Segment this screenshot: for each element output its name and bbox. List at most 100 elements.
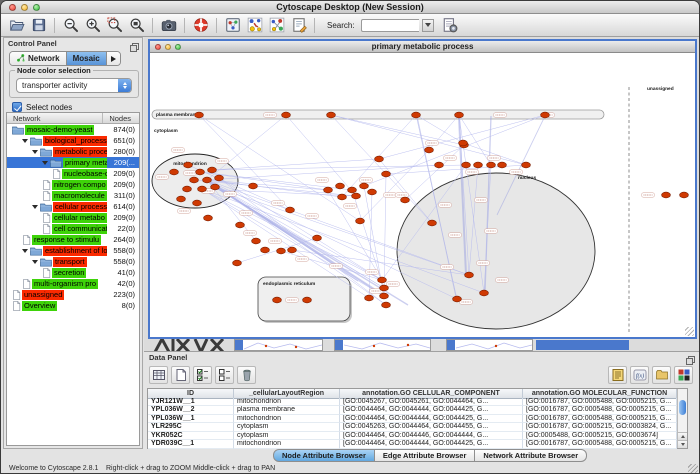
table-cell[interactable]: plasma membrane: [234, 406, 340, 415]
graph-node[interactable]: [412, 112, 421, 118]
import-attributes-icon[interactable]: [652, 366, 671, 384]
graph-node[interactable]: [327, 112, 336, 118]
help-icon[interactable]: [191, 16, 210, 35]
tree-item-cellular-metabo[interactable]: cellular metabo209(0): [7, 212, 139, 223]
table-cell[interactable]: mitochondrion: [234, 415, 340, 424]
scroll-down-button[interactable]: [678, 440, 687, 448]
graph-node[interactable]: [368, 189, 377, 195]
graph-node[interactable]: [352, 193, 361, 199]
expander-icon[interactable]: [32, 260, 38, 264]
table-cell[interactable]: [GO:0005488, GO:0005215, GO:0003674]: [523, 432, 677, 441]
select-attributes-icon[interactable]: [193, 366, 212, 384]
snapshot-icon[interactable]: [159, 16, 178, 35]
float-panel-icon[interactable]: [130, 39, 139, 57]
graph-node[interactable]: [249, 183, 258, 189]
graph-node[interactable]: [487, 162, 496, 168]
graph-node[interactable]: [177, 196, 186, 202]
overview-icon[interactable]: [223, 16, 242, 35]
tree-item-response-to-stimulu[interactable]: response to stimulu264(0): [7, 234, 139, 245]
window-resize-grip[interactable]: [688, 464, 698, 474]
tab-overflow-button[interactable]: [107, 52, 120, 65]
zoom-fit-icon[interactable]: [127, 16, 146, 35]
tree-item-unassigned[interactable]: unassigned223(0): [7, 289, 139, 300]
node-color-combo[interactable]: transporter activity: [16, 78, 132, 93]
zoom-in-icon[interactable]: [83, 16, 102, 35]
graph-node[interactable]: [360, 183, 369, 189]
table-cell[interactable]: [GO:0045263, GO:0044464, GO:0044455, G..…: [340, 423, 523, 432]
scroll-up-button[interactable]: [678, 432, 687, 440]
graph-node[interactable]: [303, 297, 312, 303]
table-scrollbar[interactable]: [677, 389, 687, 448]
graph-node[interactable]: [382, 302, 391, 308]
graph-node[interactable]: [680, 192, 689, 198]
graph-node[interactable]: [215, 175, 224, 181]
graph-node[interactable]: [196, 169, 205, 175]
graph-node[interactable]: [336, 183, 345, 189]
graph-node[interactable]: [288, 247, 297, 253]
graph-node[interactable]: [465, 272, 474, 278]
unselect-attributes-icon[interactable]: [215, 366, 234, 384]
tree-item-multi-organism-pro[interactable]: multi-organism pro42(0): [7, 278, 139, 289]
table-cell[interactable]: [GO:0016787, GO:0005488, GO:0005215, G..…: [523, 415, 677, 424]
delete-attribute-icon[interactable]: [237, 366, 256, 384]
table-cell[interactable]: YLR295C: [148, 423, 234, 432]
annotation-icon[interactable]: [289, 16, 308, 35]
graph-node[interactable]: [211, 184, 220, 190]
network-canvas[interactable]: plasma membranecytoplasmmitochondrionnuc…: [150, 53, 695, 337]
graph-node[interactable]: [378, 277, 387, 283]
tab-network[interactable]: Network: [10, 52, 67, 65]
tree-item-establishment-of-lo[interactable]: establishment of lo558(0): [7, 245, 139, 256]
graph-node[interactable]: [193, 200, 202, 206]
expander-icon[interactable]: [32, 205, 38, 209]
tree-item-biological-process[interactable]: biological_process651(0): [7, 135, 139, 146]
network-window-titlebar[interactable]: primary metabolic process: [150, 41, 695, 53]
graph-node[interactable]: [522, 162, 531, 168]
new-attribute-icon[interactable]: [171, 366, 190, 384]
tree-header[interactable]: Network Nodes: [7, 113, 139, 124]
select-nodes-checkbox[interactable]: [12, 102, 22, 112]
graph-node[interactable]: [236, 222, 245, 228]
graph-node[interactable]: [324, 187, 333, 193]
save-session-icon[interactable]: [29, 16, 48, 35]
expander-icon[interactable]: [22, 139, 28, 143]
table-cell[interactable]: cytoplasm: [234, 423, 340, 432]
table-cell[interactable]: [GO:0016787, GO:0005488, GO:0005215, G..…: [523, 398, 677, 407]
attribute-table-icon[interactable]: [149, 366, 168, 384]
tree-item-nucleobase-c[interactable]: nucleobase-c209(0): [7, 168, 139, 179]
expander-icon[interactable]: [42, 161, 48, 165]
graph-node[interactable]: [261, 247, 270, 253]
graph-node[interactable]: [455, 112, 464, 118]
table-cell[interactable]: YPL036W__1: [148, 415, 234, 424]
graph-node[interactable]: [204, 215, 213, 221]
table-cell[interactable]: YDR039C__1: [148, 440, 234, 449]
graph-node[interactable]: [662, 192, 671, 198]
session-settings-icon[interactable]: [441, 16, 460, 35]
graph-node[interactable]: [252, 238, 261, 244]
graph-node[interactable]: [480, 290, 489, 296]
table-cell[interactable]: mitochondrion: [234, 398, 340, 407]
tab-mosaic[interactable]: Mosaic: [67, 52, 107, 65]
open-session-icon[interactable]: [7, 16, 26, 35]
graph-node[interactable]: [183, 186, 192, 192]
graph-node[interactable]: [541, 112, 550, 118]
scrollbar-thumb[interactable]: [679, 400, 686, 415]
tree-item-overview[interactable]: Overview8(0): [7, 300, 139, 311]
graph-node[interactable]: [375, 156, 384, 162]
graph-node[interactable]: [382, 171, 391, 177]
graph-node[interactable]: [313, 235, 322, 241]
background-window-fragment[interactable]: [234, 339, 323, 351]
tab-node-attribute-browser[interactable]: Node Attribute Browser: [273, 449, 375, 462]
tree-item-cell-communicat[interactable]: cell communicat22(0): [7, 223, 139, 234]
table-cell[interactable]: [GO:0016787, GO:0005488, GO:0005215, G..…: [523, 406, 677, 415]
graph-node[interactable]: [428, 220, 437, 226]
vizmap-discrete-icon[interactable]: [245, 16, 264, 35]
tree-item-mosaic-demo-yeast[interactable]: mosaic-demo-yeast874(0): [7, 124, 139, 135]
tree-item-macromolecule[interactable]: macromolecule311(0): [7, 190, 139, 201]
graph-node[interactable]: [195, 112, 204, 118]
search-input[interactable]: [361, 19, 419, 32]
tab-network-attribute-browser[interactable]: Network Attribute Browser: [475, 449, 587, 462]
table-cell[interactable]: YKR052C: [148, 432, 234, 441]
zoom-out-icon[interactable]: [61, 16, 80, 35]
table-cell[interactable]: [GO:0044464, GO:0044444, GO:0044425, G..…: [340, 406, 523, 415]
table-cell[interactable]: cytoplasm: [234, 432, 340, 441]
